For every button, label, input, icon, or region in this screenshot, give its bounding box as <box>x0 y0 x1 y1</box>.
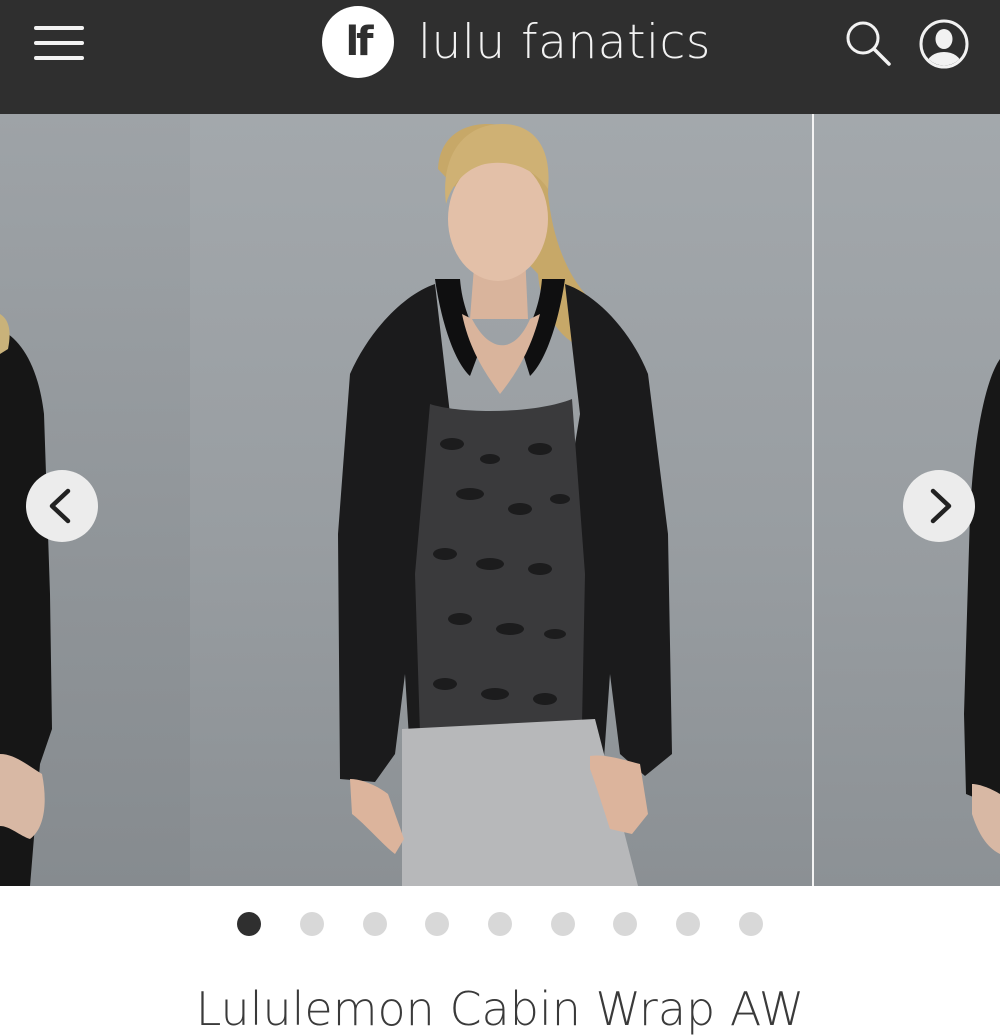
carousel-dot-2[interactable] <box>300 912 324 936</box>
chevron-left-icon <box>49 488 71 524</box>
carousel-dot-9[interactable] <box>739 912 763 936</box>
account-button[interactable] <box>918 18 970 70</box>
product-image-carousel[interactable] <box>0 114 1000 886</box>
carousel-dot-5[interactable] <box>488 912 512 936</box>
carousel-dot-8[interactable] <box>676 912 700 936</box>
carousel-dot-1[interactable] <box>237 912 261 936</box>
carousel-dot-3[interactable] <box>363 912 387 936</box>
hamburger-icon <box>34 56 84 60</box>
hamburger-icon <box>34 41 84 45</box>
carousel-pagination <box>0 912 1000 938</box>
carousel-slide-current[interactable] <box>190 114 812 886</box>
menu-button[interactable] <box>34 24 84 62</box>
carousel-prev-button[interactable] <box>26 470 98 542</box>
carousel-dot-4[interactable] <box>425 912 449 936</box>
hamburger-icon <box>34 26 84 30</box>
search-button[interactable] <box>843 18 893 68</box>
search-icon <box>846 21 891 66</box>
brand-name: lulu fanatics <box>418 14 711 70</box>
carousel-dot-7[interactable] <box>613 912 637 936</box>
product-title: Lululemon Cabin Wrap AW <box>195 982 805 1036</box>
product-photo <box>338 123 672 886</box>
site-logo[interactable]: lf lulu fanatics <box>322 6 711 78</box>
carousel-dot-6[interactable] <box>551 912 575 936</box>
carousel-next-button[interactable] <box>903 470 975 542</box>
top-nav-bar: lf lulu fanatics <box>0 0 1000 114</box>
account-icon <box>919 19 969 69</box>
chevron-right-icon <box>930 488 952 524</box>
logo-mark: lf <box>322 6 394 78</box>
